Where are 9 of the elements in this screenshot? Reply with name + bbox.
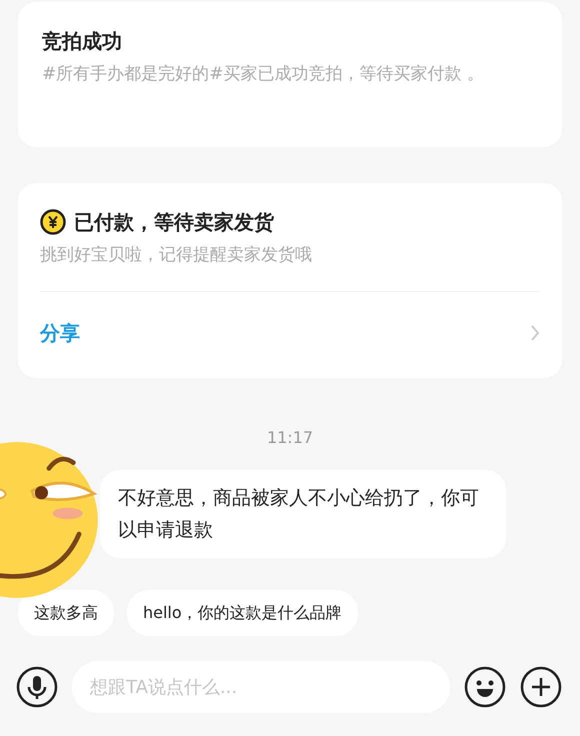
card-description: #所有手办都是完好的#买家已成功竞拍，等待买家付款 。 bbox=[42, 63, 485, 86]
quick-reply-chip[interactable]: 这款多高 bbox=[18, 590, 114, 636]
card-description: 挑到好宝贝啦，记得提醒卖家发货哦 bbox=[40, 244, 313, 267]
message-timestamp: 11:17 bbox=[266, 427, 314, 449]
card-title: 竞拍成功 bbox=[42, 28, 123, 54]
quick-reply-chip[interactable]: hello，你的这款是什么品牌 bbox=[127, 590, 358, 636]
message-bubble: 不好意思，商品被家人不小心给扔了，你可以申请退款 bbox=[100, 470, 506, 558]
card-title: 已付款，等待卖家发货 bbox=[74, 209, 274, 235]
message-input-field[interactable]: 想跟TA说点什么... bbox=[72, 661, 450, 713]
